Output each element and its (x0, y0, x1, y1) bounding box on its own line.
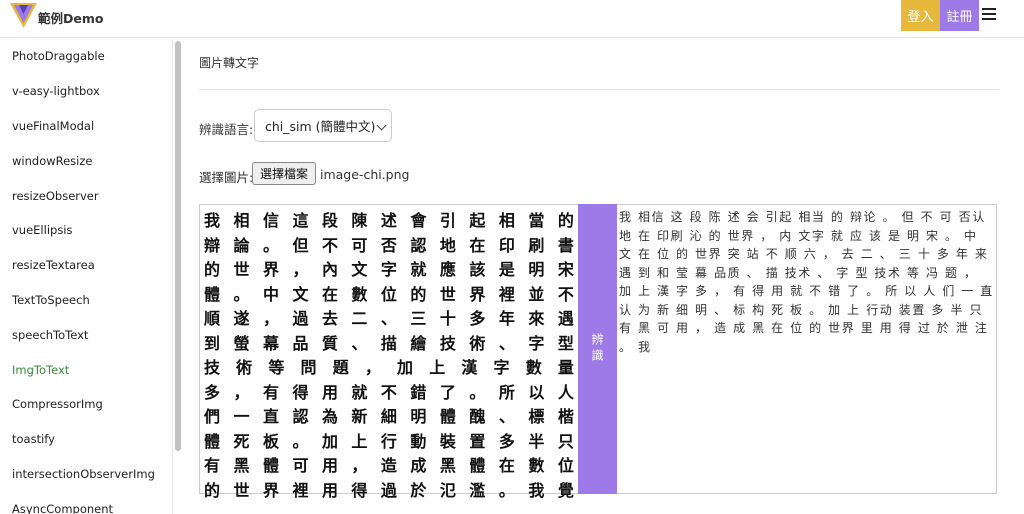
sidebar-item[interactable]: vueEllipsis (0, 213, 172, 248)
sidebar-item[interactable]: windowResize (0, 143, 172, 178)
register-button[interactable]: 註冊 (940, 0, 979, 31)
main-content: 圖片轉文字 辨識語言: chi_sim (簡體中文) 選擇圖片: 選擇檔案 im… (199, 39, 999, 514)
login-button[interactable]: 登入 (901, 0, 940, 31)
image-text-line: 們一直認為新細明體醜、標楷 (204, 407, 574, 426)
brand-name[interactable]: 範例Demo (38, 8, 103, 27)
image-text-line: 的世界裡用得過於氾濫。我覺 (204, 480, 574, 500)
sidebar: PhotoDraggable v-easy-lightbox vueFinalMod… (0, 39, 173, 514)
recognize-label: 辨識 (590, 333, 604, 365)
sidebar-item[interactable]: TextToSpeech (0, 283, 172, 318)
sidebar-item[interactable]: CompressorImg (0, 387, 172, 422)
image-text-line: 我相信這段陳述會引起相當的 (204, 211, 574, 230)
image-text-line: 技術等問題，加上漢字數量 (204, 358, 574, 377)
recognize-button[interactable]: 辨識 (578, 204, 617, 494)
choose-file-button[interactable]: 選擇檔案 (252, 162, 316, 185)
divider (199, 89, 999, 90)
page-title: 圖片轉文字 (199, 56, 260, 70)
sidebar-item[interactable]: intersectionObserverImg (0, 457, 172, 492)
image-text-line: 體死板。加上行動裝置多半只 (204, 431, 574, 451)
sidebar-item[interactable]: resizeObserver (0, 178, 172, 213)
sidebar-item[interactable]: resizeTextarea (0, 248, 172, 283)
language-selected-value: chi_sim (簡體中文) (265, 119, 376, 134)
file-label: 選擇圖片: (199, 170, 254, 185)
image-text-line: 辯論。但不可否認地在印刷書 (204, 235, 574, 255)
language-label: 辨識語言: (199, 122, 254, 137)
sidebar-item[interactable]: AsyncComponent (0, 491, 172, 514)
sidebar-item[interactable]: vueFinalModal (0, 109, 172, 144)
logo-icon[interactable] (10, 3, 37, 28)
language-select[interactable]: chi_sim (簡體中文) (254, 109, 392, 142)
source-image: 我相信這段陳述會引起相當的辯論。但不可否認地在印刷書的世界，內文字就應該是明宋體… (199, 204, 578, 500)
image-text-line: 到螢幕品質、描繪技術、字型 (204, 333, 574, 353)
sidebar-item[interactable]: v-easy-lightbox (0, 74, 172, 109)
sidebar-scrollbar[interactable] (175, 41, 181, 451)
sidebar-item[interactable]: ImgToText (0, 352, 172, 387)
sidebar-item[interactable]: speechToText (0, 317, 172, 352)
result-text: 我 相信 这 段 陈 述 会 引起 相当 的 辩论 。 但 不 可 否认 地 在… (617, 204, 997, 494)
file-name: image-chi.png (320, 167, 410, 182)
sidebar-item[interactable]: toastify (0, 422, 172, 457)
sidebar-item[interactable]: PhotoDraggable (0, 39, 172, 74)
image-text-line: 有黑體可用，造成黑體在數位 (204, 456, 574, 475)
top-header: 範例Demo 登入 註冊 (0, 0, 1024, 38)
image-text-line: 的世界，內文字就應該是明宋 (204, 260, 574, 279)
image-text-line: 體。中文在數位的世界裡並不 (204, 284, 574, 304)
chevron-down-icon (376, 120, 387, 131)
image-text-line: 多，有得用就不錯了。所以人 (204, 382, 574, 402)
image-text-line: 順遂，過去二、三十多年來遇 (204, 309, 574, 328)
hamburger-icon[interactable] (982, 8, 996, 20)
